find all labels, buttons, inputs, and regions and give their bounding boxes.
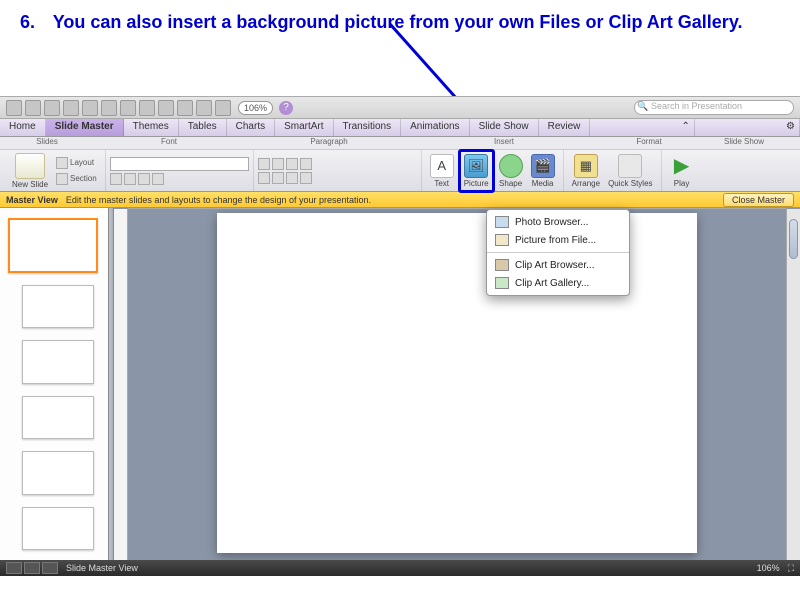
status-bar: Slide Master View 106% ⛶ xyxy=(0,560,800,576)
instruction-line: 6. You can also insert a background pict… xyxy=(0,0,800,39)
status-zoom[interactable]: 106% xyxy=(757,563,780,573)
scrollbar-thumb[interactable] xyxy=(789,219,798,259)
help-icon[interactable]: ? xyxy=(279,101,293,115)
tab-slide-master[interactable]: Slide Master xyxy=(46,119,124,136)
editor-body xyxy=(0,208,800,560)
align-left-button[interactable] xyxy=(258,172,270,184)
play-button[interactable]: ▶Play xyxy=(666,154,698,188)
zoom-dropdown[interactable]: 106% xyxy=(238,101,273,115)
ribbon-options-button[interactable]: ⚙ xyxy=(782,119,800,136)
ribbon: New Slide Layout Section AText 🖼Picture xyxy=(0,150,800,192)
sorter-view-button[interactable] xyxy=(24,562,40,574)
qat-button[interactable] xyxy=(6,100,22,116)
media-button[interactable]: 🎬Media xyxy=(527,154,559,188)
file-icon xyxy=(495,234,509,246)
tab-transitions[interactable]: Transitions xyxy=(334,119,402,136)
layout-button[interactable]: Layout xyxy=(52,155,101,171)
fit-to-window-icon[interactable]: ⛶ xyxy=(788,563,794,574)
slides-group: New Slide Layout Section xyxy=(4,150,106,191)
qat-button[interactable] xyxy=(158,100,174,116)
tab-review[interactable]: Review xyxy=(539,119,591,136)
master-view-description: Edit the master slides and layouts to ch… xyxy=(66,195,371,205)
tab-themes[interactable]: Themes xyxy=(124,119,179,136)
qat-button[interactable] xyxy=(196,100,212,116)
italic-button[interactable] xyxy=(124,173,136,185)
format-group: ▦Arrange Quick Styles xyxy=(564,150,662,191)
slide-thumbnails-panel xyxy=(0,208,108,560)
menu-separator xyxy=(487,252,629,253)
layout-thumbnail[interactable] xyxy=(22,451,94,495)
layout-thumbnail[interactable] xyxy=(22,340,94,384)
align-right-button[interactable] xyxy=(286,172,298,184)
bullets-button[interactable] xyxy=(258,158,270,170)
clip-art-browser-item[interactable]: Clip Art Browser... xyxy=(487,256,629,274)
collapse-ribbon-button[interactable]: ⌃ xyxy=(677,119,695,136)
slide-canvas-area xyxy=(114,208,800,560)
underline-button[interactable] xyxy=(138,173,150,185)
indent-button[interactable] xyxy=(286,158,298,170)
instruction-text: You can also insert a background picture… xyxy=(53,12,743,32)
quick-access-toolbar: 106% ? Search in Presentation xyxy=(0,97,800,119)
powerpoint-window: 106% ? Search in Presentation Home Slide… xyxy=(0,96,800,576)
qat-redo-button[interactable] xyxy=(139,100,155,116)
tab-charts[interactable]: Charts xyxy=(227,119,275,136)
ribbon-section-labels: Slides Font Paragraph Insert Format Slid… xyxy=(0,137,800,150)
shape-button[interactable]: Shape xyxy=(495,154,527,188)
font-color-button[interactable] xyxy=(152,173,164,185)
slideshow-group: ▶Play xyxy=(662,150,702,191)
instruction-number: 6. xyxy=(20,12,48,33)
master-thumbnail[interactable] xyxy=(8,218,98,273)
align-center-button[interactable] xyxy=(272,172,284,184)
normal-view-button[interactable] xyxy=(6,562,22,574)
layout-thumbnail[interactable] xyxy=(22,285,94,329)
vertical-ruler xyxy=(114,209,128,573)
qat-print-button[interactable] xyxy=(82,100,98,116)
qat-button[interactable] xyxy=(101,100,117,116)
qat-button[interactable] xyxy=(25,100,41,116)
quick-styles-button[interactable]: Quick Styles xyxy=(604,154,656,188)
qat-button[interactable] xyxy=(215,100,231,116)
master-view-bar: Master View Edit the master slides and l… xyxy=(0,192,800,208)
ribbon-tabs: Home Slide Master Themes Tables Charts S… xyxy=(0,119,800,137)
section-button[interactable]: Section xyxy=(52,171,101,187)
tab-smartart[interactable]: SmartArt xyxy=(275,119,333,136)
qat-button[interactable] xyxy=(177,100,193,116)
text-button[interactable]: AText xyxy=(426,154,458,188)
canvas-viewport[interactable] xyxy=(128,209,786,573)
gallery-icon xyxy=(495,277,509,289)
qat-button[interactable] xyxy=(44,100,60,116)
slideshow-view-button[interactable] xyxy=(42,562,58,574)
tab-tables[interactable]: Tables xyxy=(179,119,227,136)
clip-art-icon xyxy=(495,259,509,271)
tab-home[interactable]: Home xyxy=(0,119,46,136)
bold-button[interactable] xyxy=(110,173,122,185)
master-view-title: Master View xyxy=(6,195,58,205)
new-slide-button[interactable]: New Slide xyxy=(8,153,52,189)
picture-dropdown-menu: Photo Browser... Picture from File... Cl… xyxy=(486,209,630,296)
tab-slide-show[interactable]: Slide Show xyxy=(470,119,539,136)
qat-undo-button[interactable] xyxy=(120,100,136,116)
tab-animations[interactable]: Animations xyxy=(401,119,469,136)
numbering-button[interactable] xyxy=(272,158,284,170)
vertical-scrollbar[interactable] xyxy=(786,209,800,573)
layout-thumbnail[interactable] xyxy=(22,507,94,551)
layout-thumbnail[interactable] xyxy=(22,396,94,440)
insert-group: AText 🖼Picture Shape 🎬Media xyxy=(422,150,564,191)
status-view-label: Slide Master View xyxy=(66,563,138,573)
align-justify-button[interactable] xyxy=(300,172,312,184)
clip-art-gallery-item[interactable]: Clip Art Gallery... xyxy=(487,274,629,292)
qat-save-button[interactable] xyxy=(63,100,79,116)
picture-from-file-item[interactable]: Picture from File... xyxy=(487,231,629,249)
photo-browser-item[interactable]: Photo Browser... xyxy=(487,213,629,231)
paragraph-group xyxy=(254,150,422,191)
close-master-button[interactable]: Close Master xyxy=(723,193,794,207)
search-input[interactable]: Search in Presentation xyxy=(634,100,794,115)
font-group xyxy=(106,150,254,191)
photo-browser-icon xyxy=(495,216,509,228)
outdent-button[interactable] xyxy=(300,158,312,170)
picture-button[interactable]: 🖼Picture xyxy=(458,149,495,193)
font-family-dropdown[interactable] xyxy=(110,157,249,171)
arrange-button[interactable]: ▦Arrange xyxy=(568,154,604,188)
